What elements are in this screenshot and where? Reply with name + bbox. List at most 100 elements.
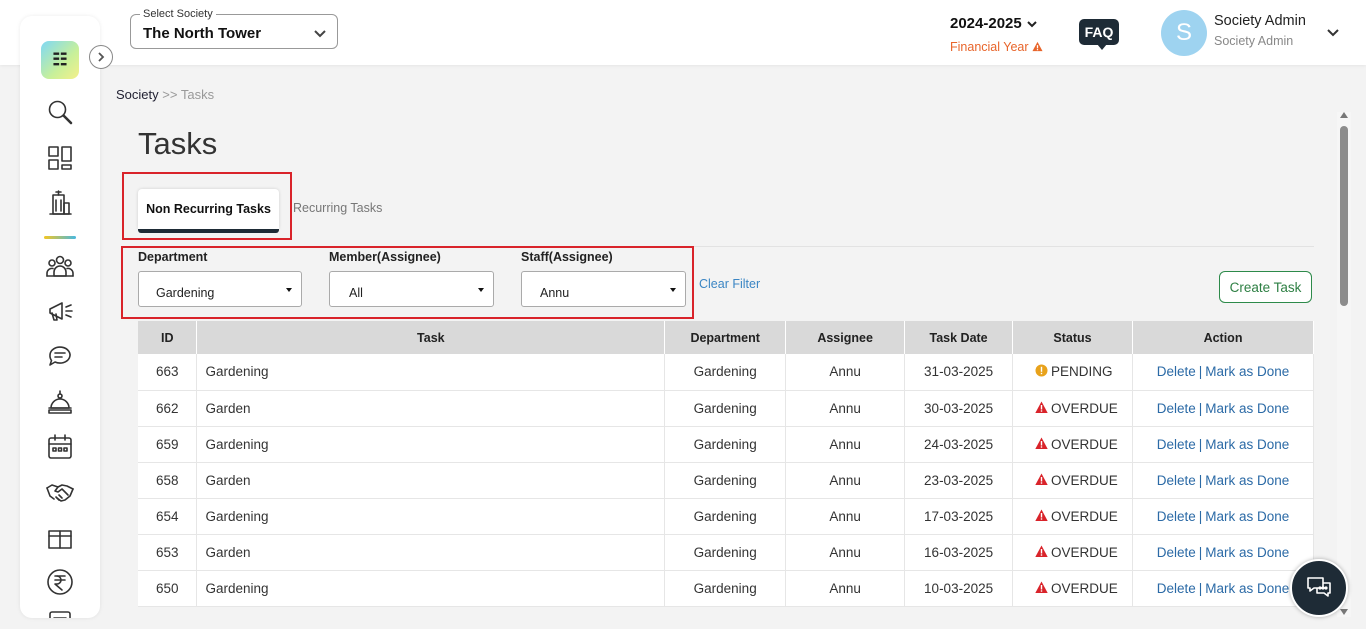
table-row: 654 Gardening Gardening Annu 17-03-2025 OVERD… [138, 498, 1314, 535]
status-badge: OVERDUE [1012, 498, 1134, 535]
page-scrollbar[interactable] [1337, 112, 1351, 617]
status-text: OVERDUE [1051, 544, 1118, 560]
table-body: 663 Gardening Gardening Annu 31-03-2025 PENDI… [138, 354, 1314, 607]
mark-as-done-link[interactable]: Mark as Done [1205, 401, 1289, 416]
clear-filter-link[interactable]: Clear Filter [699, 277, 760, 291]
cell-id: 663 [138, 354, 198, 391]
warning-icon [1035, 545, 1048, 557]
status-badge: OVERDUE [1012, 426, 1134, 463]
cell-department: Gardening [664, 498, 787, 535]
dashboard-icon[interactable] [45, 143, 75, 173]
cell-task-date: 24-03-2025 [904, 426, 1014, 463]
chat-support-button[interactable] [1290, 559, 1348, 617]
delete-link[interactable]: Delete [1157, 581, 1196, 596]
scroll-up-icon[interactable] [1340, 112, 1348, 118]
page-title: Tasks [138, 126, 218, 161]
service-icon[interactable] [45, 387, 75, 417]
create-task-button[interactable]: Create Task [1219, 271, 1312, 303]
mark-as-done-link[interactable]: Mark as Done [1205, 581, 1289, 596]
building-icon[interactable] [45, 188, 75, 218]
table-row: 650 Gardening Gardening Annu 10-03-2025 OVERD… [138, 570, 1314, 607]
cell-task-date: 23-03-2025 [904, 462, 1014, 499]
scroll-down-icon[interactable] [1340, 609, 1348, 615]
members-icon[interactable] [45, 251, 75, 281]
delete-link[interactable]: Delete [1157, 437, 1196, 452]
mark-as-done-link[interactable]: Mark as Done [1205, 545, 1289, 560]
cell-task: Garden [196, 534, 666, 571]
breadcrumb: Society >> Tasks [116, 87, 214, 102]
cell-task: Garden [196, 462, 666, 499]
handshake-icon[interactable] [45, 477, 75, 507]
society-select[interactable]: Select Society The North Tower [130, 8, 338, 49]
logo-glyph: ☷ [52, 49, 68, 70]
mark-as-done-link[interactable]: Mark as Done [1205, 437, 1289, 452]
delete-link[interactable]: Delete [1157, 401, 1196, 416]
status-text: OVERDUE [1051, 436, 1118, 452]
cell-assignee: Annu [785, 462, 906, 499]
cell-action: Delete | Mark as Done [1132, 354, 1314, 391]
announcement-icon[interactable] [45, 296, 75, 326]
cell-department: Gardening [664, 426, 787, 463]
rupee-icon[interactable] [45, 567, 75, 597]
search-icon[interactable] [45, 97, 75, 127]
table-row: 658 Garden Gardening Annu 23-03-2025 OVERDUE D… [138, 462, 1314, 499]
cell-id: 659 [138, 426, 198, 463]
top-header: Select Society The North Tower 2024-2025… [0, 0, 1366, 65]
delete-link[interactable]: Delete [1157, 364, 1196, 379]
action-separator: | [1198, 580, 1203, 596]
column-header-task: Task [196, 321, 666, 354]
delete-link[interactable]: Delete [1157, 509, 1196, 524]
sidebar: ☷ [20, 16, 100, 618]
action-separator: | [1198, 544, 1203, 560]
cell-task: Garden [196, 390, 666, 427]
cell-task: Gardening [196, 426, 666, 463]
cell-id: 653 [138, 534, 198, 571]
cell-assignee: Annu [785, 498, 906, 535]
table-row: 662 Garden Gardening Annu 30-03-2025 OVERDUE D… [138, 390, 1314, 427]
chat-bubbles-icon [1307, 577, 1331, 597]
scrollbar-thumb[interactable] [1340, 126, 1348, 306]
chevron-right-icon [98, 52, 105, 62]
cell-id: 650 [138, 570, 198, 607]
mark-as-done-link[interactable]: Mark as Done [1205, 364, 1289, 379]
warning-icon [1032, 41, 1043, 52]
chevron-down-icon [1027, 21, 1037, 28]
avatar[interactable]: S [1161, 10, 1207, 56]
document-icon[interactable] [45, 608, 75, 618]
status-badge: OVERDUE [1012, 534, 1134, 571]
action-separator: | [1198, 364, 1203, 380]
active-indicator [44, 236, 76, 239]
mark-as-done-link[interactable]: Mark as Done [1205, 509, 1289, 524]
app-logo[interactable]: ☷ [41, 41, 79, 79]
calendar-icon[interactable] [45, 432, 75, 462]
breadcrumb-separator: >> [162, 87, 178, 102]
cell-action: Delete | Mark as Done [1132, 498, 1314, 535]
breadcrumb-society[interactable]: Society [116, 87, 159, 102]
table-header-row: ID Task Department Assignee Task Date St… [138, 321, 1314, 354]
table-row: 659 Gardening Gardening Annu 24-03-2025 OVERD… [138, 426, 1314, 463]
delete-link[interactable]: Delete [1157, 473, 1196, 488]
warning-icon [1035, 473, 1048, 485]
faq-button[interactable]: FAQ [1079, 19, 1119, 50]
column-header-assignee: Assignee [785, 321, 906, 354]
cell-department: Gardening [664, 390, 787, 427]
delete-link[interactable]: Delete [1157, 545, 1196, 560]
tab-recurring-tasks[interactable]: Recurring Tasks [293, 201, 382, 215]
chat-icon[interactable] [45, 341, 75, 371]
mark-as-done-link[interactable]: Mark as Done [1205, 473, 1289, 488]
society-select-label: Select Society [140, 8, 216, 20]
financial-year-selector[interactable]: 2024-2025 Financial Year [950, 15, 1050, 54]
user-menu-chevron-icon[interactable] [1326, 25, 1340, 39]
warning-icon [1035, 401, 1048, 413]
sidebar-toggle-button[interactable] [89, 45, 113, 69]
cell-action: Delete | Mark as Done [1132, 570, 1314, 607]
cell-department: Gardening [664, 534, 787, 571]
cell-task-date: 17-03-2025 [904, 498, 1014, 535]
cell-department: Gardening [664, 462, 787, 499]
column-header-task-date: Task Date [904, 321, 1014, 354]
table-row: 663 Gardening Gardening Annu 31-03-2025 PENDI… [138, 354, 1314, 391]
action-separator: | [1198, 472, 1203, 488]
chevron-down-icon [314, 30, 326, 38]
amenity-icon[interactable] [45, 522, 75, 552]
breadcrumb-current: Tasks [180, 87, 215, 102]
